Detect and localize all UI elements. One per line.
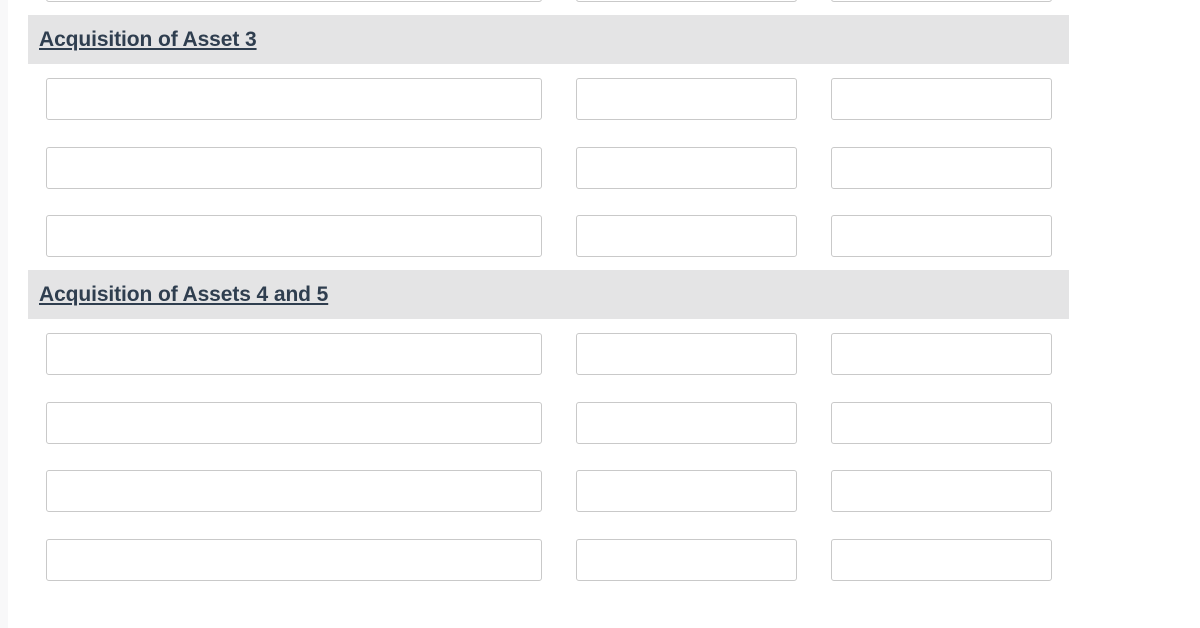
field-input[interactable] — [831, 0, 1052, 2]
field-row — [8, 333, 1200, 375]
field-input[interactable] — [831, 215, 1052, 257]
field-input[interactable] — [576, 215, 797, 257]
field-input[interactable] — [576, 470, 797, 512]
field-input[interactable] — [46, 147, 542, 189]
page-edge-strip — [0, 0, 8, 628]
field-input[interactable] — [46, 402, 542, 444]
field-input[interactable] — [831, 402, 1052, 444]
section-title: Acquisition of Asset 3 — [39, 27, 257, 51]
field-input[interactable] — [576, 147, 797, 189]
section-header-asset-3: Acquisition of Asset 3 — [28, 15, 1069, 64]
field-row — [8, 470, 1200, 512]
field-input[interactable] — [46, 539, 542, 581]
field-input[interactable] — [576, 402, 797, 444]
field-input[interactable] — [46, 470, 542, 512]
field-input[interactable] — [576, 0, 797, 2]
field-input[interactable] — [831, 333, 1052, 375]
field-input[interactable] — [831, 470, 1052, 512]
field-row — [8, 147, 1200, 189]
section-header-assets-4-and-5: Acquisition of Assets 4 and 5 — [28, 270, 1069, 319]
field-row — [8, 539, 1200, 581]
field-row — [8, 215, 1200, 257]
field-input[interactable] — [576, 78, 797, 120]
field-row — [8, 402, 1200, 444]
field-input[interactable] — [46, 78, 542, 120]
section-title: Acquisition of Assets 4 and 5 — [39, 282, 329, 306]
field-input[interactable] — [576, 333, 797, 375]
field-input[interactable] — [46, 333, 542, 375]
field-input[interactable] — [831, 539, 1052, 581]
field-input[interactable] — [46, 0, 542, 2]
acquisition-form: Acquisition of Asset 3 Acquisition of As… — [8, 0, 1200, 628]
field-input[interactable] — [46, 215, 542, 257]
field-input[interactable] — [831, 78, 1052, 120]
partial-field-row — [8, 0, 1200, 2]
field-row — [8, 78, 1200, 120]
field-input[interactable] — [576, 539, 797, 581]
field-input[interactable] — [831, 147, 1052, 189]
